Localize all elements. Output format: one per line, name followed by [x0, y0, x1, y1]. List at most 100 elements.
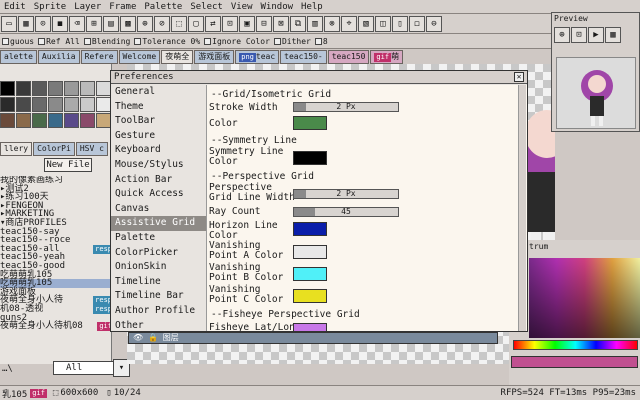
color-swatch[interactable] [0, 81, 15, 96]
option-item[interactable]: guous [2, 37, 34, 46]
checkbox[interactable] [2, 37, 9, 45]
category-other[interactable]: Other [111, 319, 206, 334]
color-swatch[interactable] [32, 113, 47, 128]
checkbox[interactable] [38, 37, 46, 45]
color-swatch[interactable] [16, 81, 31, 96]
hue-slider[interactable] [513, 340, 638, 350]
category-quick-access[interactable]: Quick Access [111, 187, 206, 202]
color-swatch[interactable] [64, 113, 79, 128]
color-swatch[interactable] [64, 81, 79, 96]
tool-icon[interactable]: ⊗ [324, 15, 340, 32]
tool-icon[interactable]: ⬚ [171, 15, 187, 32]
tool-icon[interactable]: ⇄ [205, 15, 221, 32]
option-item[interactable]: Ignore Color [204, 37, 270, 46]
spectrum-picker[interactable] [529, 258, 640, 338]
tool-icon[interactable]: ⊞ [86, 15, 102, 32]
vp-a-color-swatch[interactable] [293, 245, 327, 259]
file-list-item[interactable]: 夜萌全身小人待机08 gif [0, 322, 128, 332]
tool-icon[interactable]: ⊖ [426, 15, 442, 32]
color-swatch[interactable] [80, 113, 95, 128]
option-item[interactable]: 8 [314, 37, 328, 46]
category-timeline-bar[interactable]: Timeline Bar [111, 289, 206, 304]
eye-icon[interactable]: 👁 [133, 333, 143, 342]
option-item[interactable]: Blending [83, 37, 130, 46]
color-swatch[interactable] [80, 97, 95, 112]
color-swatch[interactable] [64, 97, 79, 112]
doc-tab[interactable]: teac150- [280, 50, 327, 64]
category-assistive-grid[interactable]: Assistive Grid [111, 216, 206, 231]
menu-item-edit[interactable]: Edit [0, 0, 30, 14]
category-gesture[interactable]: Gesture [111, 129, 206, 144]
grid-icon[interactable]: ▦ [605, 27, 621, 43]
color-swatch[interactable] [96, 81, 111, 96]
checkbox[interactable] [314, 37, 322, 45]
horizon-color-swatch[interactable] [293, 222, 327, 236]
layer-row[interactable]: 👁 🔒 图层 [128, 332, 498, 344]
tool-icon[interactable]: ⧉ [290, 15, 306, 32]
fit-icon[interactable]: ⊡ [571, 27, 587, 43]
tool-icon[interactable]: ▢ [188, 15, 204, 32]
doc-tab[interactable]: alette [0, 50, 37, 64]
ray-count-slider[interactable]: 45 [293, 207, 399, 217]
doc-tab[interactable]: 游戏面板 [194, 50, 235, 64]
tool-icon[interactable]: ⌫ [69, 15, 85, 32]
doc-tab[interactable]: png teac [235, 50, 280, 64]
menu-item-help[interactable]: Help [297, 0, 327, 14]
menu-item-select[interactable]: Select [186, 0, 227, 14]
category-toolbar[interactable]: ToolBar [111, 114, 206, 129]
vp-b-color-swatch[interactable] [293, 267, 327, 281]
category-timeline[interactable]: Timeline [111, 275, 206, 290]
color-swatch[interactable] [32, 97, 47, 112]
color-swatch[interactable] [96, 97, 111, 112]
current-color-bar[interactable] [511, 356, 638, 368]
doc-tab[interactable]: Refere [80, 50, 118, 64]
vp-c-color-swatch[interactable] [293, 289, 327, 303]
color-swatch[interactable] [32, 81, 47, 96]
color-swatch[interactable] [48, 81, 63, 96]
preview-thumbnail[interactable] [556, 57, 636, 129]
menu-item-frame[interactable]: Frame [105, 0, 140, 14]
checkbox[interactable] [83, 37, 91, 45]
checkbox[interactable] [273, 37, 281, 45]
close-icon[interactable]: ✕ [514, 72, 524, 82]
tool-icon[interactable]: ▭ [1, 15, 17, 32]
symmetry-color-swatch[interactable] [293, 151, 327, 165]
doc-tab[interactable]: Welcome [118, 50, 161, 64]
menu-item-sprite[interactable]: Sprite [30, 0, 71, 14]
left-tab[interactable]: HSV c [75, 142, 108, 156]
color-swatch[interactable] [48, 97, 63, 112]
stroke-width-slider[interactable]: 2 Px [293, 102, 399, 112]
tool-icon[interactable]: ▯ [392, 15, 408, 32]
color-swatch[interactable] [80, 81, 95, 96]
option-item[interactable]: Tolerance 0% [134, 37, 200, 46]
tool-icon[interactable]: ▥ [307, 15, 323, 32]
menu-item-palette[interactable]: Palette [140, 0, 186, 14]
new-file-button[interactable]: New File [44, 158, 92, 172]
color-swatch[interactable] [16, 113, 31, 128]
menu-item-view[interactable]: View [227, 0, 257, 14]
tool-icon[interactable]: ◼ [52, 15, 68, 32]
tool-icon[interactable]: ◻ [409, 15, 425, 32]
color-swatch[interactable] [96, 113, 111, 128]
color-swatch[interactable] [0, 97, 15, 112]
menu-item-layer[interactable]: Layer [70, 0, 105, 14]
tool-icon[interactable]: ⊡ [222, 15, 238, 32]
color-swatch[interactable] [0, 113, 15, 128]
tool-icon[interactable]: ⊕ [137, 15, 153, 32]
tool-icon[interactable]: ⊟ [256, 15, 272, 32]
tool-icon[interactable]: ▣ [239, 15, 255, 32]
grid-color-swatch[interactable] [293, 116, 327, 130]
fisheye-lat-swatch[interactable] [293, 323, 327, 331]
menu-item-window[interactable]: Window [257, 0, 298, 14]
zoom-icon[interactable]: ⊕ [554, 27, 570, 43]
tool-icon[interactable]: ◫ [375, 15, 391, 32]
checkbox[interactable] [134, 37, 142, 45]
doc-tab[interactable]: 夜萌全 [161, 50, 194, 64]
category-action-bar[interactable]: Action Bar [111, 173, 206, 188]
left-tab[interactable]: llery [0, 142, 33, 156]
settings-scrollbar[interactable] [518, 85, 526, 331]
category-colorpicker[interactable]: ColorPicker [111, 246, 206, 261]
category-theme[interactable]: Theme [111, 100, 206, 115]
checkbox[interactable] [204, 37, 212, 45]
tool-icon[interactable]: ⊘ [154, 15, 170, 32]
